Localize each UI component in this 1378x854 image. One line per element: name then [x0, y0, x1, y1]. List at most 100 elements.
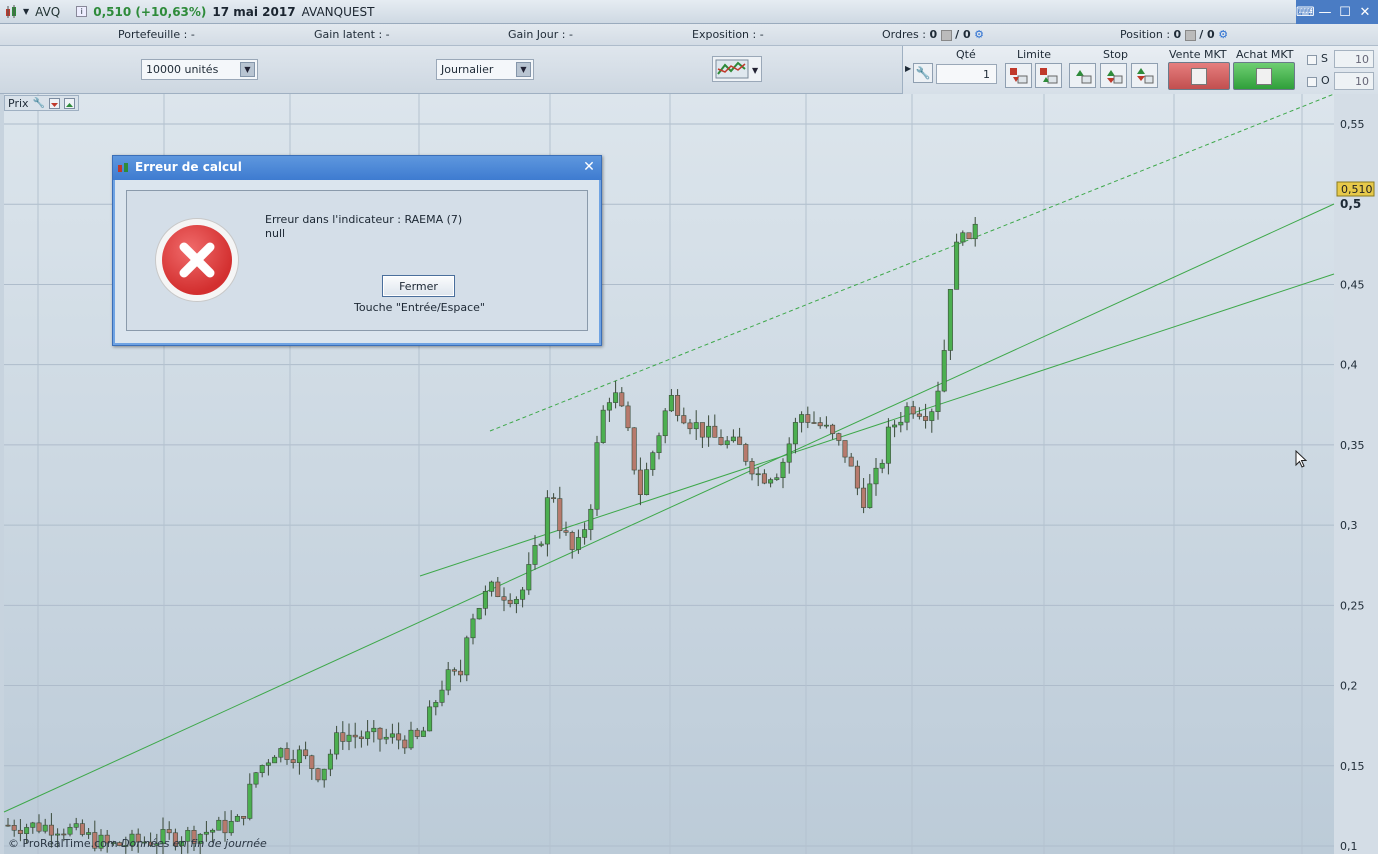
settings-gear-icon[interactable]: ⚙ [1218, 28, 1228, 41]
dialog-title-bar[interactable]: Erreur de calcul ✕ [113, 156, 601, 180]
gain-latent-label: Gain latent : - [314, 28, 390, 41]
qty-label: Qté [956, 48, 976, 61]
error-message: Erreur dans l'indicateur : RAEMA (7) nul… [265, 213, 462, 241]
candle-body [439, 689, 445, 703]
close-icon[interactable]: ✕ [1356, 5, 1374, 20]
maximize-icon[interactable]: ☐ [1336, 5, 1354, 20]
units-value: 10000 unités [146, 63, 219, 76]
vente-mkt-label: Vente MKT [1169, 48, 1227, 61]
ordres-total: / 0 [955, 28, 971, 41]
candle [625, 401, 631, 431]
error-icon [155, 218, 239, 302]
s-label: S [1321, 52, 1328, 65]
candle-body [278, 748, 284, 758]
dropdown-arrow-icon[interactable]: ▼ [23, 7, 29, 16]
close-button[interactable]: Fermer [382, 275, 455, 297]
symbol-label[interactable]: AVQ [35, 5, 60, 19]
candle-body [513, 599, 519, 605]
chevron-down-icon[interactable]: ▼ [516, 62, 531, 77]
candle-body [482, 591, 488, 609]
last-price-tag-text: 0,510 [1341, 183, 1373, 196]
candle-body [334, 732, 340, 755]
candle-body [774, 477, 780, 480]
candle-body [923, 416, 929, 421]
wrench-icon[interactable]: 🔧 [913, 63, 933, 83]
y-tick-label: 0,1 [1340, 840, 1358, 853]
candle-body [55, 833, 61, 836]
candle-body [265, 762, 271, 766]
candle-body [365, 731, 371, 739]
settings-gear-icon[interactable]: ⚙ [974, 28, 984, 41]
candle-body [420, 730, 426, 737]
add-indicator-button[interactable]: ▼ [712, 56, 762, 82]
position-summary[interactable]: Position : 0 / 0 ⚙ [1120, 28, 1228, 41]
candle [966, 232, 972, 240]
o-checkbox[interactable] [1307, 77, 1317, 87]
instrument-name: AVANQUEST [301, 4, 375, 19]
candle-body [650, 452, 656, 470]
candle-body [935, 390, 941, 412]
candle-body [532, 545, 538, 565]
candle-body [706, 425, 712, 438]
limit-buy-button[interactable] [1035, 63, 1062, 88]
achat-mkt-label: Achat MKT [1236, 48, 1294, 61]
info-icon[interactable]: i [76, 6, 88, 17]
y-tick-label: 0,35 [1340, 439, 1365, 452]
candle-body [433, 702, 439, 708]
candle-body [966, 232, 972, 240]
quantity-input[interactable]: 1 [936, 64, 997, 84]
candle-body [5, 824, 11, 827]
candle-body [247, 783, 253, 819]
keyboard-icon[interactable]: ⌨ [1296, 5, 1315, 20]
candle-body [42, 824, 48, 832]
candle-body [836, 433, 842, 441]
candle-body [228, 821, 234, 834]
candle-body [594, 442, 600, 510]
buy-market-button[interactable] [1233, 62, 1295, 90]
o-value-input[interactable]: 10 [1334, 72, 1374, 90]
sell-market-button[interactable] [1168, 62, 1230, 90]
s-checkbox[interactable] [1307, 55, 1317, 65]
candle-body [445, 669, 451, 691]
wrench-icon[interactable]: 🔧 [33, 98, 45, 109]
close-icon[interactable]: ✕ [581, 159, 597, 175]
y-tick-label: 0,4 [1340, 359, 1358, 372]
orders-summary[interactable]: Ordres : 0 / 0 ⚙ [882, 28, 984, 41]
stop-buy-button[interactable] [1100, 63, 1127, 88]
candle-body [551, 497, 557, 499]
candle-body [699, 422, 705, 438]
y-tick-label: 0,15 [1340, 760, 1365, 773]
cancel-orders-icon[interactable] [940, 29, 952, 41]
price-panel-tab[interactable]: Prix 🔧 [4, 95, 79, 111]
candle-body [910, 406, 916, 415]
stop-sell-button[interactable] [1069, 63, 1096, 88]
period-value: Journalier [441, 63, 494, 76]
exposition-label: Exposition : - [692, 28, 764, 41]
chevron-down-icon[interactable]: ▼ [240, 62, 255, 77]
s-value-input[interactable]: 10 [1334, 50, 1374, 68]
candle-body [712, 425, 718, 438]
candle-body [358, 736, 364, 739]
candle-body [259, 765, 265, 774]
stop-limit-button[interactable] [1131, 63, 1158, 88]
move-down-icon[interactable] [48, 97, 60, 109]
position-label: Position : [1120, 28, 1171, 41]
units-select[interactable]: 10000 unités ▼ [141, 59, 258, 80]
candle-body [495, 581, 501, 598]
close-position-icon[interactable] [1184, 29, 1196, 41]
position-total: / 0 [1199, 28, 1215, 41]
candle-body [916, 413, 922, 417]
minimize-icon[interactable]: — [1316, 5, 1334, 20]
panel-expand-icon[interactable]: ▶ [905, 64, 911, 73]
title-bar: ▼ AVQ i 0,510 (+10,63%) 17 mai 2017 AVAN… [0, 0, 1378, 24]
move-up-icon[interactable] [63, 97, 75, 109]
period-select[interactable]: Journalier ▼ [436, 59, 534, 80]
copyright-notice: © ProRealTime.com Données en fin de jour… [8, 837, 267, 850]
candle-body [761, 473, 767, 484]
candle-body [216, 819, 222, 831]
candle-body [904, 406, 910, 423]
limit-sell-button[interactable] [1005, 63, 1032, 88]
y-tick-label: 0,55 [1340, 118, 1365, 131]
candle-body [786, 443, 792, 463]
candle-body [86, 832, 92, 835]
